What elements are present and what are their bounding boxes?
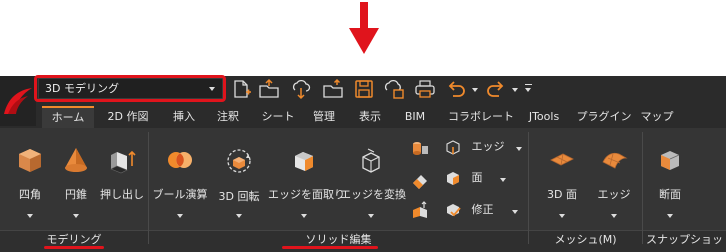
face-icon [447, 172, 459, 185]
boolean-button[interactable]: ブール演算 [152, 146, 208, 202]
3d-face-button[interactable]: 3D 面 [538, 146, 586, 202]
group-label-snapshot: スナップショット [646, 233, 723, 246]
convert-edge-icon [362, 148, 380, 173]
cloud-download-icon[interactable] [290, 78, 312, 100]
tab-home[interactable]: ホーム [42, 106, 94, 128]
section-icon [661, 151, 680, 170]
edge-menu[interactable]: エッジ [444, 137, 524, 157]
tab-manage[interactable]: 管理 [305, 106, 343, 128]
edge-icon [446, 140, 460, 155]
extrude-icon [110, 150, 136, 174]
modify-dropdown-icon[interactable] [512, 210, 518, 214]
new-file-icon[interactable] [230, 78, 252, 100]
annotation-underline [44, 246, 104, 249]
cone-dropdown-icon[interactable] [73, 214, 79, 218]
chamfer-icon [295, 152, 313, 171]
tab-2d-drafting[interactable]: 2D 作図 [98, 106, 158, 128]
annotation-arrow-head [349, 28, 379, 54]
boolean-icon [168, 152, 192, 168]
redo-icon[interactable] [485, 78, 507, 100]
cone-icon [65, 148, 87, 172]
tab-sheet[interactable]: シート [255, 106, 301, 128]
group-separator [528, 132, 529, 244]
chamfer-edge-button[interactable]: エッジを面取り [268, 146, 345, 202]
rotate-3d-icon [227, 149, 251, 173]
cone-button[interactable]: 円錐 [54, 146, 98, 202]
tab-jtools[interactable]: JTools [520, 106, 568, 128]
cloud-save-icon[interactable] [383, 78, 405, 100]
print-icon[interactable] [414, 78, 436, 100]
3d-face-icon [550, 153, 574, 166]
annotation-underline [282, 246, 378, 249]
tab-insert[interactable]: 挿入 [166, 106, 202, 128]
tab-map[interactable]: マップ [638, 106, 676, 128]
eraser-icon[interactable] [410, 170, 430, 190]
undo-dropdown-icon[interactable] [472, 88, 478, 92]
box-icon [19, 149, 41, 172]
tab-view[interactable]: 表示 [351, 106, 389, 128]
boolean-dropdown-icon[interactable] [177, 214, 183, 218]
tab-plugins[interactable]: プラグイン [572, 106, 636, 128]
mesh-edge-button[interactable]: エッジ [590, 146, 638, 202]
extrude-button[interactable]: 押し出し [98, 146, 146, 202]
open-cloud-folder-icon[interactable] [322, 78, 344, 100]
convert-edge-button[interactable]: エッジを変換 [340, 146, 406, 202]
group-label-mesh: メッシュ(M) [554, 233, 617, 246]
section-dropdown-icon[interactable] [667, 214, 673, 218]
undo-icon[interactable] [445, 78, 467, 100]
offset-face-icon[interactable] [410, 200, 430, 220]
group-separator [148, 132, 149, 244]
section-button[interactable]: 断面 [648, 146, 692, 202]
mesh-edge-icon [602, 152, 628, 169]
rotate-3d-dropdown-icon[interactable] [236, 214, 242, 218]
cylinder-edit-icon[interactable] [410, 138, 430, 158]
save-icon[interactable] [353, 78, 375, 100]
box-button[interactable]: 四角 [8, 146, 52, 202]
app-logo[interactable] [0, 76, 36, 126]
modify-icon [447, 204, 461, 217]
customize-toolbar-icon[interactable] [525, 84, 533, 94]
face-dropdown-icon[interactable] [500, 178, 506, 182]
group-separator [642, 132, 643, 244]
rotate-3d-button[interactable]: 3D 回転 [214, 146, 264, 204]
annotation-highlight-box [34, 75, 226, 102]
open-folder-icon[interactable] [258, 78, 280, 100]
redo-dropdown-icon[interactable] [512, 88, 518, 92]
box-dropdown-icon[interactable] [27, 214, 33, 218]
tab-annotate[interactable]: 注釈 [210, 106, 246, 128]
face-menu[interactable]: 面 [444, 168, 524, 188]
convert-edge-dropdown-icon[interactable] [368, 214, 374, 218]
logo-icon [4, 88, 32, 114]
edge-dropdown-icon[interactable] [516, 147, 522, 151]
tab-collaborate[interactable]: コラボレート [440, 106, 522, 128]
chamfer-dropdown-icon[interactable] [301, 214, 307, 218]
annotation-arrow-shaft [360, 2, 368, 30]
3d-face-dropdown-icon[interactable] [559, 214, 565, 218]
mesh-edge-dropdown-icon[interactable] [611, 214, 617, 218]
tab-bim[interactable]: BIM [396, 106, 434, 128]
